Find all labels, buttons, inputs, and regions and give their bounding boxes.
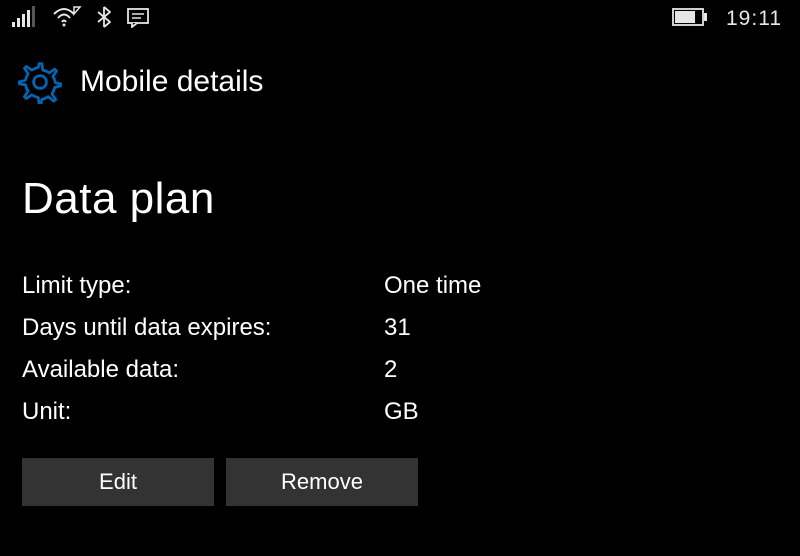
label-limit-type: Limit type: <box>22 272 384 300</box>
content-area: Data plan Limit type: One time Days unti… <box>0 114 800 506</box>
value-days-expires: 31 <box>384 314 778 342</box>
bluetooth-icon <box>96 5 112 34</box>
status-left <box>12 5 150 34</box>
section-heading: Data plan <box>22 174 778 224</box>
remove-button[interactable]: Remove <box>226 458 418 506</box>
label-unit: Unit: <box>22 398 384 426</box>
gear-icon <box>18 60 62 104</box>
row-unit: Unit: GB <box>22 398 778 426</box>
row-days-expires: Days until data expires: 31 <box>22 314 778 342</box>
value-available-data: 2 <box>384 356 778 384</box>
status-bar: 19:11 <box>0 0 800 38</box>
edit-button[interactable]: Edit <box>22 458 214 506</box>
page-title: Mobile details <box>80 65 263 99</box>
value-unit: GB <box>384 398 778 426</box>
row-available-data: Available data: 2 <box>22 356 778 384</box>
value-limit-type: One time <box>384 272 778 300</box>
page-header: Mobile details <box>0 38 800 114</box>
label-days-expires: Days until data expires: <box>22 314 384 342</box>
row-limit-type: Limit type: One time <box>22 272 778 300</box>
battery-icon <box>672 8 708 31</box>
message-icon <box>126 6 150 33</box>
status-right: 19:11 <box>672 7 782 31</box>
wifi-icon <box>52 6 82 33</box>
button-row: Edit Remove <box>22 458 778 506</box>
label-available-data: Available data: <box>22 356 384 384</box>
status-clock: 19:11 <box>726 7 782 31</box>
signal-icon <box>12 6 38 33</box>
